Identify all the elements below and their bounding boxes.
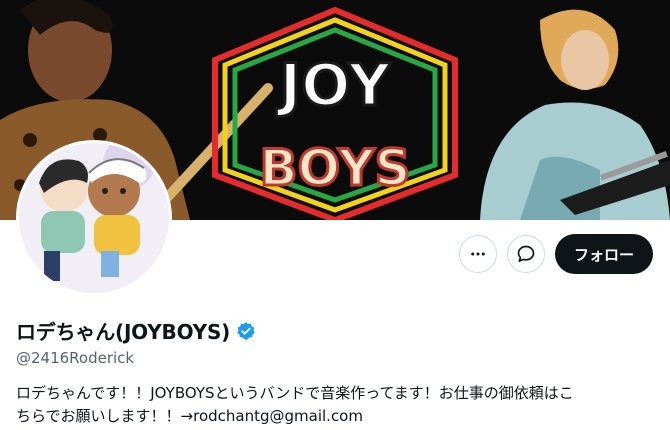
bio-line-2: ちらでお願いします！！→rodchantg@gmail.com: [16, 407, 363, 425]
profile-name-row: ロデちゃん(JOYBOYS): [16, 316, 256, 345]
bio-line-1: ロデちゃんです！！JOYBOYSというバンドで音楽作ってます！お仕事の御依頼はこ: [16, 384, 574, 402]
banner-logo-bottom: BOYS: [259, 139, 410, 197]
avatar-illustration: [19, 143, 169, 293]
verified-badge-icon[interactable]: [236, 321, 256, 341]
banner-logo-top: JOY: [276, 51, 392, 119]
display-name: ロデちゃん(JOYBOYS): [16, 320, 231, 344]
message-button[interactable]: [506, 235, 545, 273]
message-icon: [517, 245, 535, 262]
more-button[interactable]: [458, 235, 497, 273]
profile-handle: @2416Roderick: [16, 349, 135, 367]
profile-bio: ロデちゃんです！！JOYBOYSというバンドで音楽作ってます！お仕事の御依頼はこ…: [16, 382, 656, 428]
profile-actions: フォロー: [458, 234, 653, 274]
follow-button[interactable]: フォロー: [554, 234, 653, 274]
more-horizontal-icon: [471, 252, 485, 256]
profile-avatar[interactable]: [16, 140, 172, 296]
